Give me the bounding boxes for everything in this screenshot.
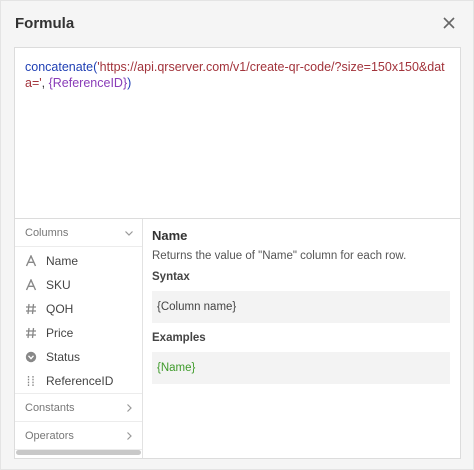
formula-column-ref: {ReferenceID} bbox=[48, 76, 128, 90]
column-item-name[interactable]: Name bbox=[15, 249, 142, 273]
number-icon bbox=[25, 327, 37, 339]
column-item-referenceid[interactable]: ReferenceID bbox=[15, 369, 142, 393]
horizontal-scrollbar[interactable] bbox=[16, 450, 141, 455]
operators-section-label: Operators bbox=[25, 429, 74, 442]
examples-label: Examples bbox=[152, 332, 206, 344]
help-title: Name bbox=[152, 228, 188, 243]
column-item-label: QOH bbox=[46, 302, 74, 316]
columns-section-label: Columns bbox=[25, 226, 69, 239]
close-icon[interactable] bbox=[441, 15, 457, 31]
operators-section-header[interactable]: Operators bbox=[15, 422, 142, 450]
column-item-qoh[interactable]: QOH bbox=[15, 297, 142, 321]
column-item-price[interactable]: Price bbox=[15, 321, 142, 345]
syntax-value: {Column name} bbox=[157, 301, 237, 313]
column-item-status[interactable]: Status bbox=[15, 345, 142, 369]
chevron-right-icon bbox=[127, 431, 132, 440]
chevron-down-icon bbox=[125, 230, 133, 236]
column-item-label: Name bbox=[46, 254, 79, 268]
text-icon bbox=[25, 279, 37, 291]
column-item-label: SKU bbox=[46, 278, 71, 292]
formula-separator: , bbox=[41, 76, 49, 90]
formula-paren-close: ) bbox=[127, 76, 132, 90]
formula-helper-panel: Columns Name SKU QOH Price Status Refere… bbox=[14, 219, 461, 459]
example-box: {Name} bbox=[152, 352, 450, 384]
columns-section-header[interactable]: Columns bbox=[15, 219, 142, 247]
id-icon bbox=[25, 375, 37, 387]
column-item-label: Status bbox=[46, 350, 81, 364]
formula-dialog: Formula concatenate('https://api.qrserve… bbox=[0, 0, 474, 470]
dialog-title: Formula bbox=[15, 15, 75, 32]
columns-list: Name SKU QOH Price Status ReferenceID bbox=[15, 247, 142, 393]
status-icon bbox=[25, 351, 37, 363]
syntax-label: Syntax bbox=[152, 271, 190, 283]
column-item-label: ReferenceID bbox=[46, 374, 114, 388]
text-icon bbox=[25, 255, 37, 267]
column-item-label: Price bbox=[46, 326, 74, 340]
formula-function: concatenate bbox=[25, 60, 94, 74]
reference-sidebar: Columns Name SKU QOH Price Status Refere… bbox=[15, 219, 143, 458]
constants-section-header[interactable]: Constants bbox=[15, 393, 142, 422]
column-item-sku[interactable]: SKU bbox=[15, 273, 142, 297]
help-panel: Name Returns the value of "Name" column … bbox=[143, 219, 460, 458]
number-icon bbox=[25, 303, 37, 315]
chevron-right-icon bbox=[127, 403, 132, 412]
example-value: {Name} bbox=[157, 362, 196, 374]
constants-section-label: Constants bbox=[25, 401, 75, 414]
syntax-box: {Column name} bbox=[152, 291, 450, 323]
help-description: Returns the value of "Name" column for e… bbox=[152, 250, 407, 262]
formula-editor[interactable]: concatenate('https://api.qrserver.com/v1… bbox=[14, 47, 461, 219]
